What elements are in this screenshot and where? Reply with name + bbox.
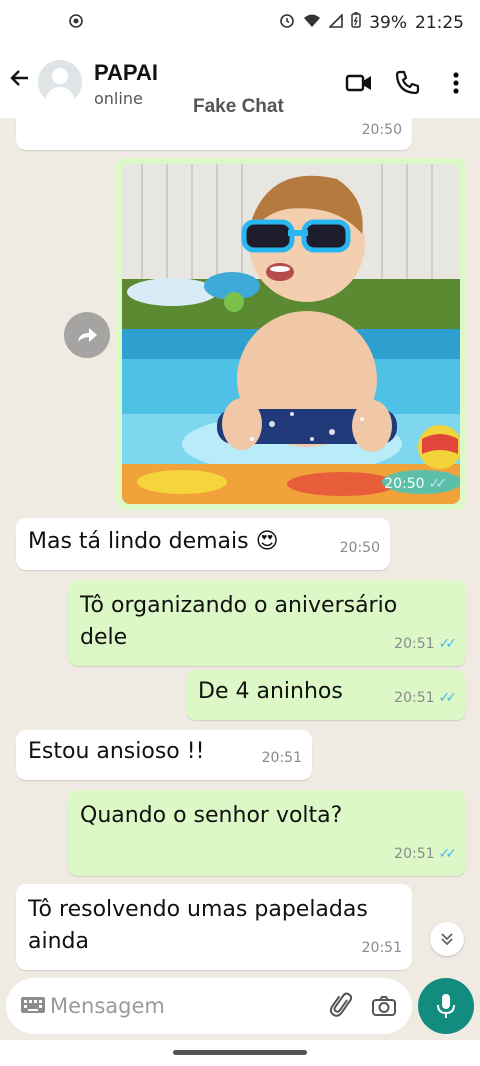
more-vert-icon — [453, 72, 459, 94]
voice-message-button[interactable] — [418, 978, 474, 1034]
keyboard-icon — [21, 997, 45, 1013]
video-call-button[interactable] — [344, 68, 374, 98]
wifi-icon — [303, 13, 321, 33]
mic-icon — [437, 994, 455, 1018]
read-ticks-icon: ✓✓ — [438, 846, 458, 862]
status-bar: 39% 21:25 — [0, 0, 480, 46]
message-time: 20:51 — [394, 636, 435, 652]
read-ticks-icon: ✓✓ — [428, 476, 448, 492]
message-time: 20:51 — [361, 940, 402, 956]
message-incoming-partial[interactable]: 20:50 — [16, 118, 412, 150]
home-gesture-pill[interactable] — [173, 1050, 307, 1055]
menu-button[interactable] — [444, 68, 474, 98]
message-outgoing-image[interactable]: 20:50 ✓✓ — [116, 158, 466, 510]
chat-header: PAPAI online Fake Chat — [0, 46, 480, 118]
message-time: 20:50 — [361, 122, 402, 138]
attach-button[interactable] — [328, 992, 356, 1020]
battery-icon — [351, 12, 361, 33]
forward-icon — [78, 328, 97, 342]
camera-button[interactable] — [370, 992, 398, 1020]
message-input[interactable] — [50, 988, 320, 1024]
back-button[interactable] — [8, 66, 32, 97]
message-meta: 20:51 ✓✓ — [394, 628, 458, 660]
camera-icon — [372, 996, 396, 1016]
message-text: Tô organizando o aniversário dele — [80, 593, 398, 650]
message-incoming[interactable]: Estou ansioso !! 20:51 — [16, 730, 312, 780]
message-text: Mas tá lindo demais 😍 — [28, 529, 279, 554]
message-time: 20:50 — [339, 540, 380, 556]
image-meta: 20:50 ✓✓ — [384, 476, 448, 492]
scroll-to-bottom-button[interactable] — [430, 922, 464, 956]
baby-with-sunglasses-in-pool-photo[interactable]: 20:50 ✓✓ — [122, 164, 460, 504]
signal-icon — [328, 12, 344, 33]
read-ticks-icon: ✓✓ — [438, 636, 458, 652]
paperclip-icon — [329, 992, 353, 1017]
forward-button[interactable] — [64, 312, 110, 358]
battery-level: 39% — [369, 12, 407, 33]
keyboard-button[interactable] — [20, 995, 46, 1017]
message-time: 20:51 — [261, 750, 302, 766]
message-outgoing[interactable]: De 4 aninhos 20:51 ✓✓ — [186, 670, 466, 720]
read-ticks-icon: ✓✓ — [438, 690, 458, 706]
clock: 21:25 — [415, 12, 464, 33]
contact-status: online — [94, 89, 143, 108]
phone-icon — [395, 70, 420, 95]
message-incoming[interactable]: Tô resolvendo umas papeladas ainda 20:51 — [16, 884, 412, 970]
composer-bar — [6, 978, 412, 1034]
app-watermark: Fake Chat — [193, 96, 284, 117]
message-outgoing[interactable]: Tô organizando o aniversário dele 20:51 … — [68, 580, 466, 666]
contact-name[interactable]: PAPAI — [94, 60, 158, 86]
message-meta: 20:51 ✓✓ — [394, 838, 458, 870]
arrow-left-icon — [10, 70, 28, 86]
message-text: Tô resolvendo umas papeladas ainda — [28, 897, 368, 954]
message-outgoing[interactable]: Quando o senhor volta? 20:51 ✓✓ — [68, 790, 466, 876]
message-time: 20:51 — [394, 690, 435, 706]
message-meta: 20:51 ✓✓ — [394, 682, 458, 714]
alarm-icon — [279, 12, 295, 33]
chevron-double-down-icon — [441, 933, 453, 946]
avatar[interactable] — [38, 60, 82, 104]
system-nav-bar — [0, 1040, 480, 1066]
message-text: Quando o senhor volta? — [80, 803, 343, 828]
message-incoming[interactable]: Mas tá lindo demais 😍 20:50 — [16, 518, 390, 570]
location-icon — [68, 13, 84, 34]
message-time: 20:50 — [384, 476, 425, 492]
voice-call-button[interactable] — [392, 68, 422, 98]
video-camera-icon — [345, 74, 371, 92]
message-time: 20:51 — [394, 846, 435, 862]
